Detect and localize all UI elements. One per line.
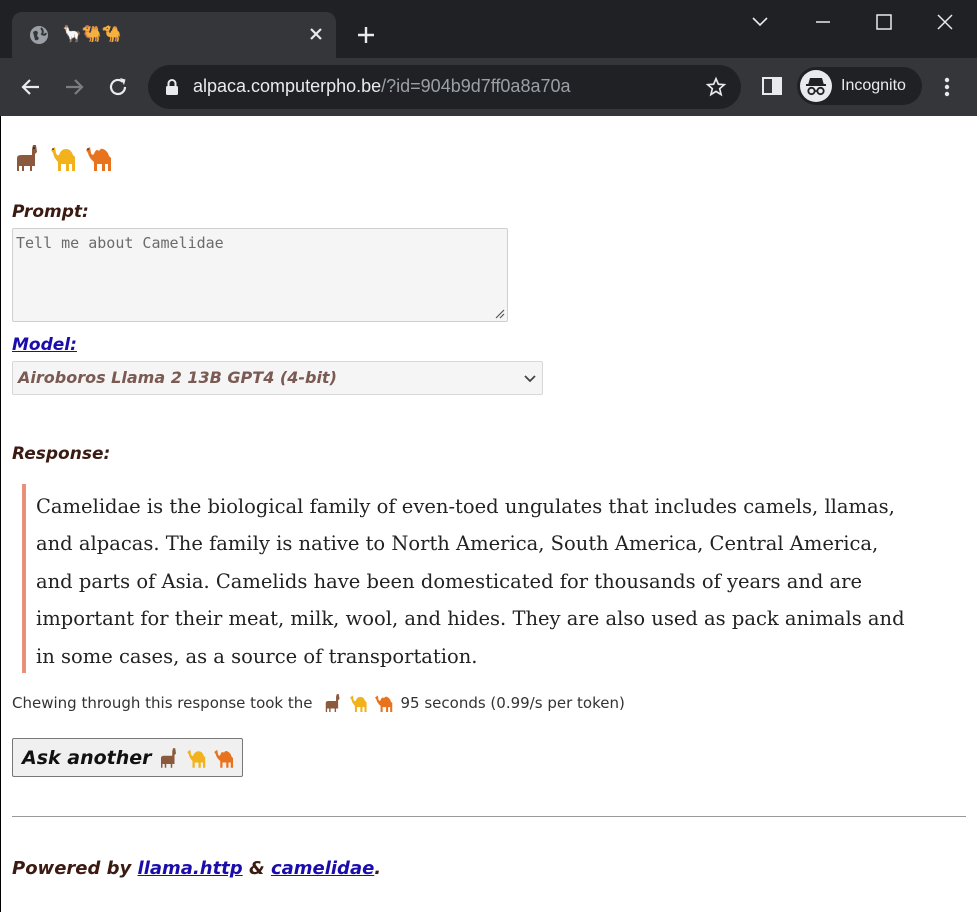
response-text: Camelidae is the biological family of ev… [36, 495, 905, 668]
camel-two-hump-icon [83, 142, 115, 178]
browser-tab-strip: 🦙🐫🐪 [0, 0, 977, 58]
url-path: /?id=904b9d7ff0a8a70a [381, 76, 571, 96]
prompt-text[interactable]: Tell me about Camelidae [16, 234, 224, 252]
globe-icon [30, 26, 48, 44]
footer-end: . [374, 858, 382, 879]
camelidae-link[interactable]: camelidae [271, 858, 374, 879]
incognito-badge[interactable]: Incognito [797, 67, 922, 105]
more-menu-icon[interactable] [936, 75, 958, 99]
incognito-label: Incognito [841, 77, 906, 94]
camel-one-hump-icon [48, 142, 80, 178]
browser-toolbar: alpaca.computerpho.be/?id=904b9d7ff0a8a7… [0, 58, 977, 116]
chevron-down-icon[interactable] [748, 10, 772, 34]
window-edge [0, 116, 1, 912]
response-label: Response: [12, 444, 111, 464]
prompt-textarea[interactable]: Tell me about Camelidae [12, 228, 508, 322]
plus-icon[interactable] [356, 25, 376, 45]
forward-arrow-icon[interactable] [62, 75, 86, 99]
side-panel-icon[interactable] [761, 75, 783, 97]
address-bar[interactable]: alpaca.computerpho.be/?id=904b9d7ff0a8a7… [148, 65, 741, 109]
camel-one-hump-icon [349, 695, 367, 712]
browser-tab[interactable]: 🦙🐫🐪 [12, 12, 336, 58]
ask-another-label: Ask another [22, 746, 152, 769]
ask-another-button[interactable]: Ask another [12, 738, 243, 777]
response-blockquote: Camelidae is the biological family of ev… [22, 484, 922, 673]
timing-prefix: Chewing through this response took the [12, 694, 313, 712]
ask-button-emoji [158, 746, 236, 770]
minimize-icon[interactable] [811, 10, 835, 34]
model-select[interactable]: Airoboros Llama 2 13B GPT4 (4-bit) [12, 361, 543, 395]
divider [12, 816, 966, 817]
prompt-label: Prompt: [12, 202, 89, 222]
llama-http-link[interactable]: llama.http [138, 858, 243, 879]
chevron-down-icon[interactable] [522, 370, 538, 386]
timing-line: Chewing through this response took the 9… [12, 692, 625, 714]
page-title-emoji [13, 142, 115, 178]
reload-icon[interactable] [106, 75, 130, 99]
back-arrow-icon[interactable] [19, 75, 43, 99]
timing-emoji [323, 692, 395, 714]
llama-icon [13, 142, 45, 178]
resize-handle-icon[interactable] [493, 307, 505, 319]
footer: Powered by llama.http & camelidae. [12, 858, 381, 879]
camel-two-hump-icon [374, 695, 392, 712]
model-selected-value: Airoboros Llama 2 13B GPT4 (4-bit) [18, 368, 337, 387]
llama-icon [160, 747, 176, 768]
incognito-icon [800, 70, 832, 102]
llama-icon [325, 694, 339, 712]
footer-amp: & [248, 858, 265, 879]
tab-title: 🦙🐫🐪 [62, 24, 122, 43]
close-window-icon[interactable] [933, 10, 957, 34]
camel-one-hump-icon [186, 749, 205, 768]
footer-prefix: Powered by [12, 858, 132, 879]
timing-suffix: 95 seconds (0.99/s per token) [400, 694, 625, 712]
maximize-icon[interactable] [872, 10, 896, 34]
star-icon[interactable] [705, 76, 727, 98]
close-icon[interactable] [306, 24, 326, 44]
page-content: Prompt: Tell me about Camelidae Model: A… [0, 116, 977, 912]
url-host: alpaca.computerpho.be [193, 76, 382, 96]
lock-icon[interactable] [164, 78, 180, 96]
url-text[interactable]: alpaca.computerpho.be/?id=904b9d7ff0a8a7… [193, 76, 571, 97]
camel-two-hump-icon [213, 749, 233, 768]
model-link[interactable]: Model: [12, 335, 77, 355]
